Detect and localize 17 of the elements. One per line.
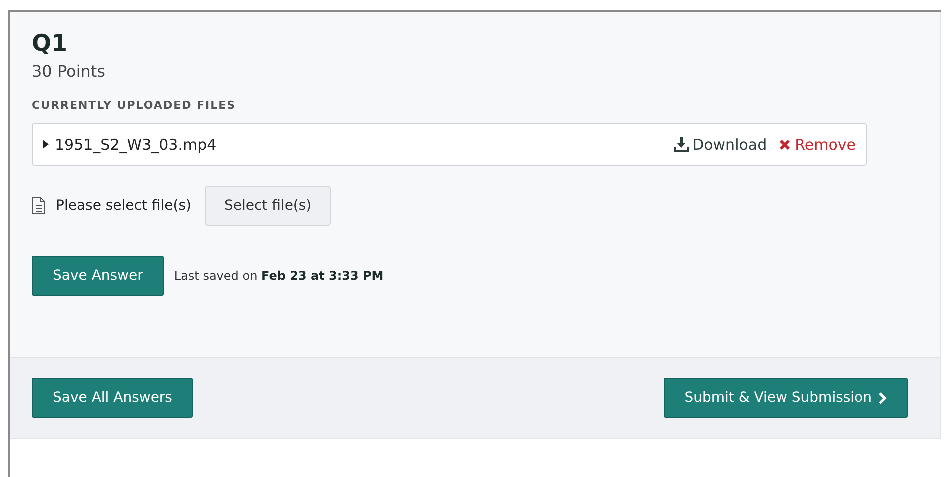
remove-link[interactable]: Remove [779,136,856,154]
chevron-right-icon [878,392,887,404]
file-name: 1951_S2_W3_03.mp4 [55,136,218,154]
last-saved-text: Last saved on Feb 23 at 3:33 PM [174,269,384,283]
save-answer-button[interactable]: Save Answer [32,256,164,296]
download-link[interactable]: Download [674,136,768,154]
close-icon [779,138,792,150]
submit-button[interactable]: Submit & View Submission [664,378,908,418]
select-files-button[interactable]: Select file(s) [205,186,331,226]
save-all-button[interactable]: Save All Answers [32,378,194,418]
download-icon [674,137,689,152]
document-icon [32,197,46,215]
caret-icon[interactable] [43,140,49,149]
question-title: Q1 [32,30,69,58]
section-heading: CURRENTLY UPLOADED FILES [32,99,238,112]
file-hint: Please select file(s) [56,198,192,214]
points-label: 30 Points [32,62,107,81]
